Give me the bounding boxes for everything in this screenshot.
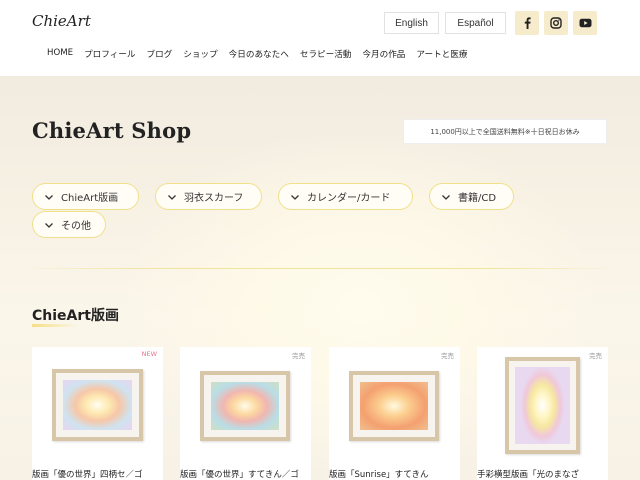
nav-item-home[interactable]: HOME — [47, 48, 73, 60]
chevron-down-icon — [291, 194, 299, 200]
shipping-notice: 11,000円以上で全国送料無料※十日祝日お休み — [403, 119, 607, 144]
product-card[interactable]: 完売 手彩横型版画「光のまなざ — [477, 347, 608, 480]
sold-out-badge: 完売 — [441, 352, 454, 360]
chevron-down-icon — [45, 194, 53, 200]
section-title: ChieArt版画 — [32, 308, 119, 324]
nav-item-art-and-medicine[interactable]: アートと医療 — [416, 48, 467, 60]
instagram-button[interactable] — [544, 11, 568, 35]
sold-out-badge: 完売 — [589, 352, 602, 360]
product-card[interactable]: NEW 版画「優の世界」四柄セ／ゴ — [32, 347, 163, 480]
youtube-button[interactable] — [573, 11, 597, 35]
product-card[interactable]: 完売 版画「Sunrise」すてきん — [329, 347, 460, 480]
product-caption[interactable]: 版画「優の世界」すてきん／ゴ — [180, 468, 311, 480]
chevron-down-icon — [168, 194, 176, 200]
category-pill-label: カレンダー/カード — [307, 193, 391, 204]
facebook-icon — [524, 17, 531, 29]
category-pill-calendar-cards[interactable]: カレンダー/カード — [278, 183, 413, 210]
category-pill-chieart-prints[interactable]: ChieArt版画 — [32, 183, 139, 210]
chevron-down-icon — [442, 194, 450, 200]
instagram-icon — [550, 17, 562, 29]
product-card[interactable]: 完売 版画「優の世界」すてきん／ゴ — [180, 347, 311, 480]
category-pill-label: その他 — [61, 221, 91, 232]
language-english-button[interactable]: English — [384, 12, 439, 34]
site-header: ChieArt English Español HOME プロフィール ブログ … — [0, 0, 640, 76]
section-divider — [32, 268, 608, 269]
chevron-down-icon — [45, 222, 53, 228]
product-caption[interactable]: 手彩横型版画「光のまなざ — [477, 468, 608, 480]
youtube-icon — [579, 18, 591, 28]
category-pill-label: ChieArt版画 — [61, 193, 119, 204]
site-logo[interactable]: ChieArt — [32, 12, 91, 30]
sold-out-badge: 完売 — [292, 352, 305, 360]
nav-item-therapy[interactable]: セラピー活動 — [300, 48, 352, 60]
nav-item-blog[interactable]: ブログ — [146, 48, 172, 60]
product-caption[interactable]: 版画「優の世界」四柄セ／ゴ — [32, 468, 163, 480]
product-image — [200, 371, 290, 441]
category-pill-books-cd[interactable]: 書籍/CD — [429, 183, 514, 210]
category-pill-other[interactable]: その他 — [32, 211, 106, 238]
main-navigation: HOME プロフィール ブログ ショップ 今日のあなたへ セラピー活動 今月の作… — [47, 48, 467, 60]
page-title: ChieArt Shop — [32, 118, 192, 143]
product-image — [349, 371, 439, 441]
facebook-button[interactable] — [515, 11, 539, 35]
nav-item-message-for-you[interactable]: 今日のあなたへ — [229, 48, 289, 60]
product-image — [52, 369, 143, 441]
nav-item-monthly-work[interactable]: 今月の作品 — [362, 48, 405, 60]
nav-item-shop[interactable]: ショップ — [183, 48, 217, 60]
category-pill-scarves[interactable]: 羽衣スカーフ — [155, 183, 262, 210]
product-image — [505, 357, 580, 454]
section-title-underline — [32, 324, 78, 327]
nav-item-profile[interactable]: プロフィール — [84, 48, 135, 60]
product-caption[interactable]: 版画「Sunrise」すてきん — [329, 468, 460, 480]
category-pill-label: 羽衣スカーフ — [184, 193, 244, 204]
category-pill-label: 書籍/CD — [458, 193, 497, 204]
language-spanish-button[interactable]: Español — [445, 12, 506, 34]
new-badge: NEW — [141, 350, 157, 358]
